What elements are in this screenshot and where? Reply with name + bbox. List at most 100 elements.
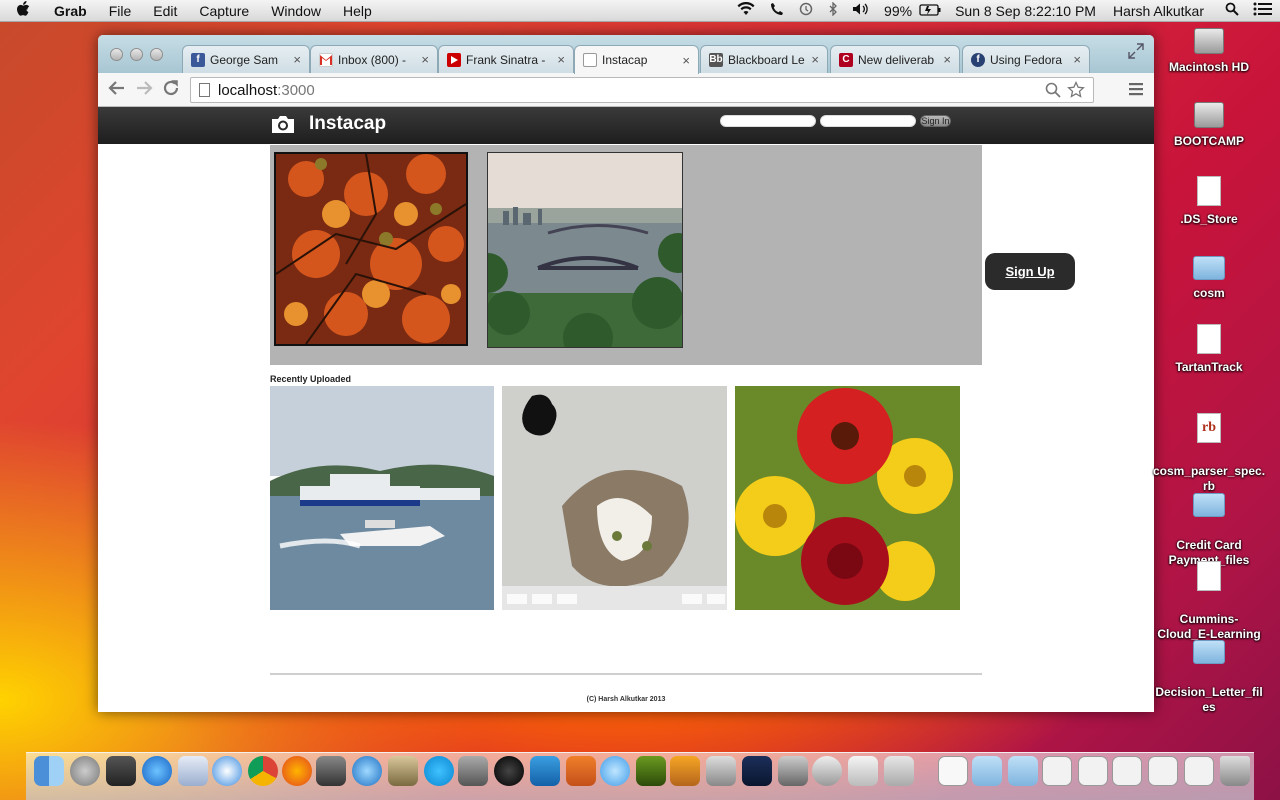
desktop-icon-decision-letter[interactable]: Decision_Letter_fil es [1144, 625, 1274, 730]
tab-frank-sinatra[interactable]: Frank Sinatra - × [438, 45, 574, 73]
signin-password-input[interactable] [820, 115, 916, 127]
preview-icon[interactable] [178, 756, 208, 786]
dreamweaver-icon[interactable] [636, 756, 666, 786]
utilities-icon[interactable] [884, 756, 914, 786]
fullscreen-icon[interactable] [1128, 43, 1144, 64]
photoshop-icon[interactable] [742, 756, 772, 786]
close-tab-icon[interactable]: × [1073, 52, 1081, 67]
close-tab-icon[interactable]: × [682, 53, 690, 68]
flowers-photo[interactable] [735, 386, 960, 610]
itunes-icon[interactable] [352, 756, 382, 786]
signin-button[interactable]: Sign In [920, 115, 951, 127]
address-bar[interactable]: localhost:3000 [190, 77, 1094, 103]
window-thumb-icon[interactable] [1042, 756, 1072, 786]
desktop-icon-macintosh-hd[interactable]: Macintosh HD [1144, 28, 1274, 75]
close-tab-icon[interactable]: × [811, 52, 819, 67]
battery-icon[interactable] [919, 3, 948, 19]
window-thumb-icon[interactable] [1078, 756, 1108, 786]
messages-icon[interactable] [600, 756, 630, 786]
tab-instacap[interactable]: Instacap × [574, 45, 699, 74]
minimize-window-button[interactable] [130, 48, 143, 61]
webpage: Instacap Sign In Sign Up Recently Upload… [98, 107, 1154, 712]
window-thumb-icon[interactable] [1184, 756, 1214, 786]
notification-center-icon[interactable] [1246, 2, 1280, 19]
forward-arrow-icon[interactable] [135, 79, 153, 102]
tab-blackboard[interactable]: Bb Blackboard Le × [700, 45, 828, 73]
speedboat-photo[interactable] [270, 386, 494, 610]
document-stack-icon[interactable] [938, 756, 968, 786]
trash-icon[interactable] [1220, 756, 1250, 786]
powerpoint-icon[interactable] [566, 756, 596, 786]
desktop-icon-bootcamp[interactable]: BOOTCAMP [1144, 102, 1274, 149]
city-bridges-photo[interactable] [487, 152, 683, 348]
apple-menu-icon[interactable] [0, 0, 46, 21]
autumn-leaves-photo[interactable] [274, 152, 468, 346]
menu-window[interactable]: Window [260, 3, 332, 19]
hero-panel: Sign Up [270, 145, 1075, 365]
spotlight-search-icon[interactable] [1211, 2, 1246, 19]
phone-icon[interactable] [763, 2, 791, 19]
battery-percent[interactable]: 99% [877, 3, 919, 19]
reload-icon[interactable] [162, 79, 180, 102]
photo-booth-icon[interactable] [494, 756, 524, 786]
close-tab-icon[interactable]: × [943, 52, 951, 67]
brand-logo[interactable]: Instacap [270, 113, 386, 135]
word-icon[interactable] [530, 756, 560, 786]
launchpad-icon[interactable] [70, 756, 100, 786]
app-store-icon[interactable] [142, 756, 172, 786]
window-thumb-icon[interactable] [1148, 756, 1178, 786]
hard-drive-icon [1194, 28, 1224, 54]
close-tab-icon[interactable]: × [557, 52, 565, 67]
signin-username-input[interactable] [720, 115, 816, 127]
hard-drive-icon [1194, 102, 1224, 128]
menu-hamburger-icon[interactable] [1129, 82, 1143, 101]
wifi-icon[interactable] [729, 1, 763, 19]
zoom-window-button[interactable] [150, 48, 163, 61]
system-preferences-icon[interactable] [458, 756, 488, 786]
firefox-icon[interactable] [282, 756, 312, 786]
desktop-icon-cosm[interactable]: cosm [1144, 256, 1274, 301]
menu-app-name[interactable]: Grab [46, 3, 98, 19]
close-window-button[interactable] [110, 48, 123, 61]
cat-photo[interactable] [502, 386, 727, 610]
signup-button[interactable]: Sign Up [985, 253, 1075, 290]
search-icon[interactable] [1045, 82, 1061, 102]
volume-icon[interactable] [845, 2, 877, 19]
tab-george-sam[interactable]: f George Sam × [182, 45, 310, 73]
user-name[interactable]: Harsh Alkutkar [1103, 3, 1211, 19]
iphoto-icon[interactable] [388, 756, 418, 786]
tab-inbox[interactable]: Inbox (800) - × [310, 45, 438, 73]
finder-icon[interactable] [34, 756, 64, 786]
back-arrow-icon[interactable] [108, 79, 126, 102]
desktop-icon-ds-store[interactable]: .DS_Store [1144, 176, 1274, 227]
bookmark-star-icon[interactable] [1067, 80, 1085, 103]
terminal-icon[interactable] [778, 756, 808, 786]
window-thumb-icon[interactable] [1112, 756, 1142, 786]
tab-using-fedora[interactable]: f Using Fedora × [962, 45, 1090, 73]
close-tab-icon[interactable]: × [421, 52, 429, 67]
clock[interactable]: Sun 8 Sep 8:22:10 PM [948, 3, 1103, 19]
photos-app-icon[interactable] [706, 756, 736, 786]
menu-edit[interactable]: Edit [142, 3, 188, 19]
facetime-icon[interactable] [316, 756, 346, 786]
menu-help[interactable]: Help [332, 3, 383, 19]
downloads-folder-icon[interactable] [972, 756, 1002, 786]
desktop-icon-tartantrack[interactable]: TartanTrack [1144, 324, 1274, 375]
close-tab-icon[interactable]: × [293, 52, 301, 67]
tab-new-deliverable[interactable]: C New deliverab × [830, 45, 960, 73]
app-icon[interactable] [670, 756, 700, 786]
bluetooth-icon[interactable] [821, 1, 845, 19]
safari-icon[interactable] [212, 756, 242, 786]
textedit-icon[interactable] [848, 756, 878, 786]
mission-control-icon[interactable] [106, 756, 136, 786]
skype-icon[interactable] [424, 756, 454, 786]
menu-file[interactable]: File [98, 3, 143, 19]
camera-icon [270, 114, 296, 134]
time-machine-icon[interactable] [791, 2, 821, 19]
youtube-icon [447, 52, 461, 67]
database-icon[interactable] [812, 756, 842, 786]
menu-capture[interactable]: Capture [188, 3, 260, 19]
fedora-icon: f [971, 52, 985, 67]
documents-folder-icon[interactable] [1008, 756, 1038, 786]
chrome-icon[interactable] [248, 756, 278, 786]
